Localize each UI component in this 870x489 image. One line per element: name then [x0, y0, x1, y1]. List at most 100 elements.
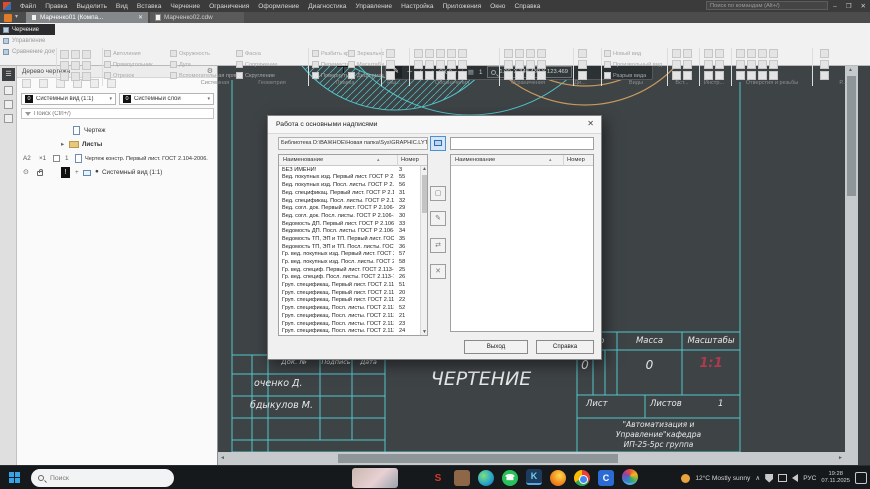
ribbon-group-label[interactable]: Обозначения [435, 80, 470, 86]
menu-item[interactable]: Настройка [401, 3, 433, 10]
Ведомость ДП. Первый лист. ГОСТ Р 2.106-2...[interactable]: Ведомость ДП. Первый лист. ГОСТ Р 2.106-… [279, 220, 421, 228]
Гр. вед. специф. Посл. листы. ГОСТ 2.113-7...[interactable]: Гр. вед. специф. Посл. листы. ГОСТ 2.113… [279, 274, 421, 282]
Гр. вед. покупных изд. Первый лист. ГОСТ 2...[interactable]: Гр. вед. покупных изд. Первый лист. ГОСТ… [279, 251, 421, 259]
tree-item-sheets[interactable]: ▸ Листы [17, 138, 217, 151]
network-icon[interactable] [778, 474, 787, 482]
Вед. согл. док. Первый лист. ГОСТ Р 2.106-...[interactable]: Вед. согл. док. Первый лист. ГОСТ Р 2.10… [279, 204, 421, 212]
menu-item[interactable]: Оформление [258, 3, 299, 10]
security-icon[interactable] [765, 474, 773, 483]
vertical-scrollbar[interactable]: ▲ ▼ [845, 66, 858, 465]
geometry-tool[interactable]: Окружность [170, 48, 236, 59]
tab-marchenko01[interactable]: Марченко01 (Компа... ✕ [26, 12, 148, 23]
ribbon-mode-management[interactable]: Управление [0, 35, 55, 46]
menu-item[interactable]: Диагностика [308, 3, 346, 10]
menu-item[interactable]: Управление [355, 3, 392, 10]
ribbon-group-label[interactable]: Ди... [574, 80, 586, 86]
menu-item[interactable]: Вид [116, 3, 128, 10]
ribbon-group-label[interactable]: Отверстия и резьбы [746, 80, 799, 86]
Ведомость ТП, ЭП и ТП. Первый лист. ГОСТ Р...[interactable]: Ведомость ТП, ЭП и ТП. Первый лист. ГОСТ… [279, 235, 421, 243]
whatsapp-icon[interactable]: ☎ [502, 470, 518, 486]
ribbon-mode-compare[interactable]: Сравнение документов [0, 46, 55, 57]
library-source-button[interactable] [430, 136, 446, 151]
command-search-input[interactable] [706, 1, 828, 10]
Ведомость ТП, ЭП и ТП. Посл. листы. ГОСТ Р...[interactable]: Ведомость ТП, ЭП и ТП. Посл. листы. ГОСТ… [279, 243, 421, 251]
column-number[interactable]: Номер [567, 157, 585, 163]
horizontal-scrollbar[interactable]: ◄ ► [218, 452, 845, 465]
ribbon-group-label[interactable]: Системная [201, 80, 230, 86]
volume-icon[interactable] [792, 474, 798, 482]
horizontal-scrollbar-thumb[interactable] [338, 454, 618, 463]
list-scrollbar-thumb[interactable] [422, 175, 427, 213]
dimension-icon-grid[interactable] [386, 49, 395, 80]
weather-text[interactable]: 12°C Mostly sunny [695, 475, 750, 482]
weather-sun-icon[interactable] [681, 474, 690, 483]
Груп. спецификац. Посл. листы. ГОСТ 2.113-75...[interactable]: Груп. спецификац. Посл. листы. ГОСТ 2.11… [279, 312, 421, 320]
insert-icon-grid[interactable] [672, 49, 692, 80]
ribbon-mode-drawing[interactable]: Черчение [0, 24, 55, 35]
column-name[interactable]: Наименование [283, 157, 323, 163]
view-tool[interactable]: Новый вид [604, 48, 664, 59]
edit-titleblock-button[interactable]: ✎ [430, 211, 446, 226]
ribbon-group-label[interactable]: Вст... [675, 80, 688, 86]
menu-item[interactable]: Выделить [77, 3, 107, 10]
notation-icon-grid[interactable] [414, 49, 467, 80]
notification-center-icon[interactable] [855, 472, 867, 484]
menu-item[interactable]: Вставка [137, 3, 162, 10]
Гр. вед. специф. Первый лист. ГОСТ 2.113-7...[interactable]: Гр. вед. специф. Первый лист. ГОСТ 2.113… [279, 266, 421, 274]
tree-item-drawing[interactable]: Чертеж [17, 124, 217, 137]
menu-item[interactable]: Окно [490, 3, 505, 10]
Груп. спецификац. Первый лист. ГОСТ 2.113-7...[interactable]: Груп. спецификац. Первый лист. ГОСТ 2.11… [279, 281, 421, 289]
column-name[interactable]: Наименование [455, 157, 495, 163]
Груп. спецификац. Первый лист. ГОСТ 2.113-7...[interactable]: Груп. спецификац. Первый лист. ГОСТ 2.11… [279, 297, 421, 305]
kompas-icon[interactable]: K [526, 469, 542, 485]
news-widget-thumbnail[interactable] [352, 468, 398, 488]
tree-search-input[interactable] [34, 111, 210, 117]
misc-icon-grid[interactable] [820, 49, 829, 80]
current-view-select[interactable]: 0 Системный вид (1:1)▾ [21, 93, 116, 105]
list-scrollbar[interactable]: ▲ ▼ [420, 166, 427, 335]
taskbar-search-input[interactable] [48, 474, 138, 483]
add-titleblock-button[interactable]: ▢ [430, 186, 446, 201]
column-number[interactable]: Номер [401, 157, 419, 163]
vertical-scrollbar-thumb[interactable] [847, 76, 856, 196]
Вед. спецификац. Посл. листы. ГОСТ Р 2.106-2...[interactable]: Вед. спецификац. Посл. листы. ГОСТ Р 2.1… [279, 197, 421, 205]
taskbar-search[interactable] [31, 469, 174, 487]
expand-icon[interactable]: ▸ [61, 141, 64, 148]
checkbox[interactable] [53, 155, 60, 162]
constraint-icon-grid[interactable] [504, 49, 546, 80]
delete-titleblock-button[interactable]: ✕ [430, 264, 446, 279]
edit-tool[interactable]: Зеркально отразить [348, 48, 384, 59]
Вед. согл. док. Посл. листы. ГОСТ Р 2.106-2...[interactable]: Вед. согл. док. Посл. листы. ГОСТ Р 2.10… [279, 212, 421, 220]
ribbon-group-label[interactable]: Ограничения [511, 80, 545, 86]
tab-marchenko02[interactable]: Марченко02.cdw [150, 12, 244, 23]
chevron-down-icon[interactable]: ▾ [15, 13, 18, 20]
properties-panel-icon[interactable] [4, 114, 13, 123]
Груп. спецификац. Первый лист. ГОСТ 2.113-7...[interactable]: Груп. спецификац. Первый лист. ГОСТ 2.11… [279, 289, 421, 297]
diagnostics-icon-grid[interactable] [578, 49, 587, 80]
geometry-tool[interactable]: Фаска [236, 48, 302, 59]
plus-icon[interactable]: + [75, 169, 79, 176]
document-library-field[interactable] [450, 137, 594, 150]
БЕЗ ИМЕНИ![interactable]: БЕЗ ИМЕНИ! 3 [279, 166, 421, 174]
exit-button[interactable]: Выход [464, 340, 528, 354]
ribbon-group-label[interactable]: Раз... [387, 80, 401, 86]
menu-item[interactable]: Файл [20, 3, 36, 10]
menu-item[interactable]: Ограничения [209, 3, 249, 10]
Груп. спецификац. Посл. листы. ГОСТ 2.113-75...[interactable]: Груп. спецификац. Посл. листы. ГОСТ 2.11… [279, 304, 421, 312]
Ведомость ДП. Посл. листы. ГОСТ Р 2.106-20...[interactable]: Ведомость ДП. Посл. листы. ГОСТ Р 2.106-… [279, 228, 421, 236]
lock-icon[interactable] [37, 171, 43, 176]
help-button[interactable]: Справка [536, 340, 594, 354]
menu-item[interactable]: Справка [514, 3, 540, 10]
app-circle-icon[interactable] [622, 469, 638, 485]
eye-icon[interactable]: ⊙ [23, 168, 29, 176]
edit-tool[interactable]: Масштабировать [348, 59, 384, 70]
libraries-panel-icon[interactable] [4, 100, 13, 109]
dialog-titlebar[interactable]: Работа с основными надписями ✕ [268, 116, 601, 134]
view-tool[interactable]: Произвольный вид [604, 59, 664, 70]
menu-item[interactable]: Приложения [443, 3, 482, 10]
close-icon[interactable]: ✕ [861, 2, 866, 10]
app-red-icon[interactable]: S [428, 468, 448, 488]
Вед. покупных изд. Посл. листы. ГОСТ Р 2.1...[interactable]: Вед. покупных изд. Посл. листы. ГОСТ Р 2… [279, 181, 421, 189]
language-indicator[interactable]: РУС [803, 475, 816, 482]
firefox-icon[interactable] [550, 470, 566, 486]
